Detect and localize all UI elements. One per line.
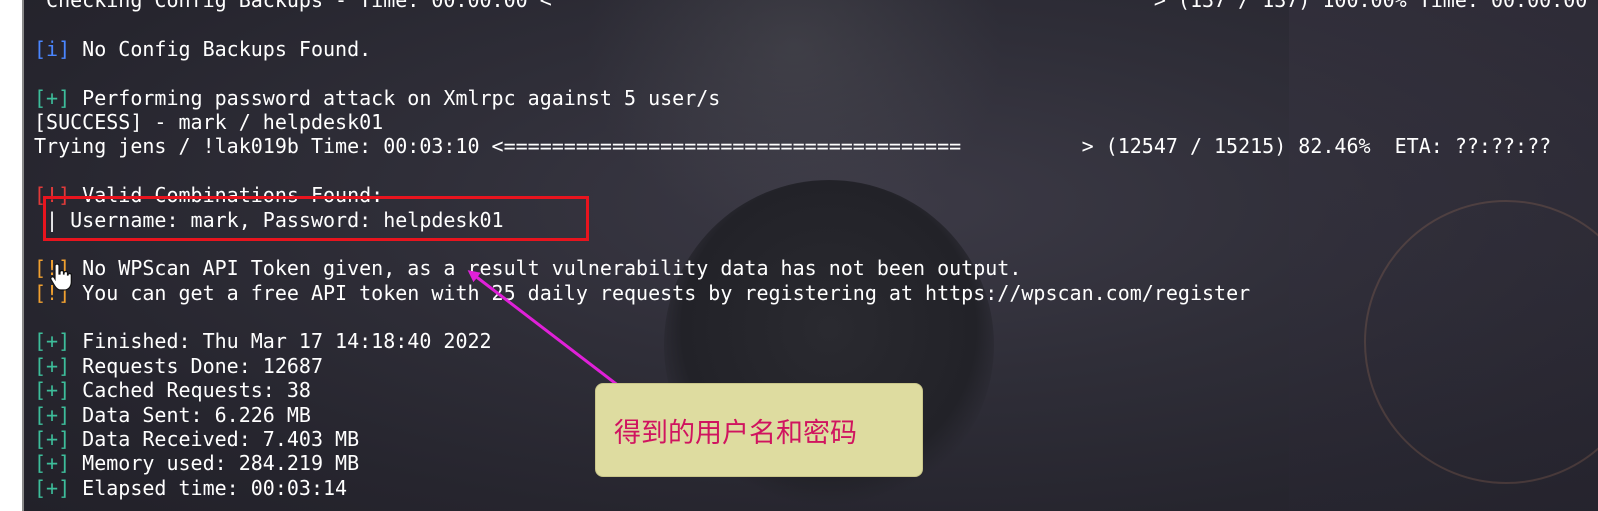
- line-status-tag: [+]: [34, 85, 71, 110]
- screenshot-stage: Checking Config Backups - Time: 00:00:00…: [0, 0, 1598, 511]
- line-text: Memory used: 284.219 MB: [70, 451, 360, 476]
- line-text: Checking Config Backups - Time: 00:00:00…: [34, 0, 1588, 12]
- callout-text: 得到的用户名和密码: [614, 417, 857, 449]
- line-text: Performing password attack on Xmlrpc aga…: [70, 85, 721, 110]
- line-text: Finished: Thu Mar 17 14:18:40 2022: [70, 329, 492, 354]
- line-text: No WPScan API Token given, as a result v…: [70, 256, 1022, 281]
- terminal-line: [+] Elapsed time: 00:03:14: [34, 476, 1587, 500]
- terminal-line: Trying jens / !lak019b Time: 00:03:10 <=…: [34, 134, 1587, 158]
- line-status-tag: [+]: [34, 427, 71, 452]
- line-text: No Config Backups Found.: [70, 36, 372, 61]
- terminal-line: [!] Valid Combinations Found:: [34, 183, 1587, 207]
- hand-pointer-icon: [50, 263, 72, 291]
- line-text: Data Received: 7.403 MB: [70, 427, 360, 452]
- line-text: Elapsed time: 00:03:14: [70, 475, 348, 500]
- line-text: Valid Combinations Found:: [70, 183, 384, 208]
- terminal-line: [SUCCESS] - mark / helpdesk01: [34, 110, 1587, 134]
- line-status-tag: [+]: [34, 329, 71, 354]
- terminal-line: [i] No Config Backups Found.: [34, 37, 1587, 61]
- line-status-tag: [+]: [34, 353, 71, 378]
- line-status-tag: [!]: [34, 183, 71, 208]
- line-status-tag: [i]: [34, 36, 71, 61]
- line-status-tag: [+]: [34, 475, 71, 500]
- line-status-tag: [+]: [34, 402, 71, 427]
- terminal-line: [+] Performing password attack on Xmlrpc…: [34, 86, 1587, 110]
- line-text: Requests Done: 12687: [70, 353, 323, 378]
- terminal-line: [+] Finished: Thu Mar 17 14:18:40 2022: [34, 329, 1587, 353]
- terminal-line: [+] Requests Done: 12687: [34, 354, 1587, 378]
- line-text: Data Sent: 6.226 MB: [70, 402, 311, 427]
- line-text: Trying jens / !lak019b Time: 00:03:10 <=…: [34, 134, 1552, 159]
- annotation-callout: 得到的用户名和密码: [595, 383, 923, 477]
- terminal-line: [!] You can get a free API token with 25…: [34, 281, 1587, 305]
- line-status-tag: [+]: [34, 378, 71, 403]
- terminal-line: Checking Config Backups - Time: 00:00:00…: [34, 0, 1587, 12]
- terminal-line: | Username: mark, Password: helpdesk01: [34, 208, 1587, 232]
- line-text: [SUCCESS] - mark / helpdesk01: [34, 109, 384, 134]
- line-text: Cached Requests: 38: [70, 378, 311, 403]
- line-text: | Username: mark, Password: helpdesk01: [34, 207, 504, 232]
- line-text: You can get a free API token with 25 dai…: [70, 280, 1251, 305]
- line-status-tag: [+]: [34, 451, 71, 476]
- terminal-line: [!] No WPScan API Token given, as a resu…: [34, 256, 1587, 280]
